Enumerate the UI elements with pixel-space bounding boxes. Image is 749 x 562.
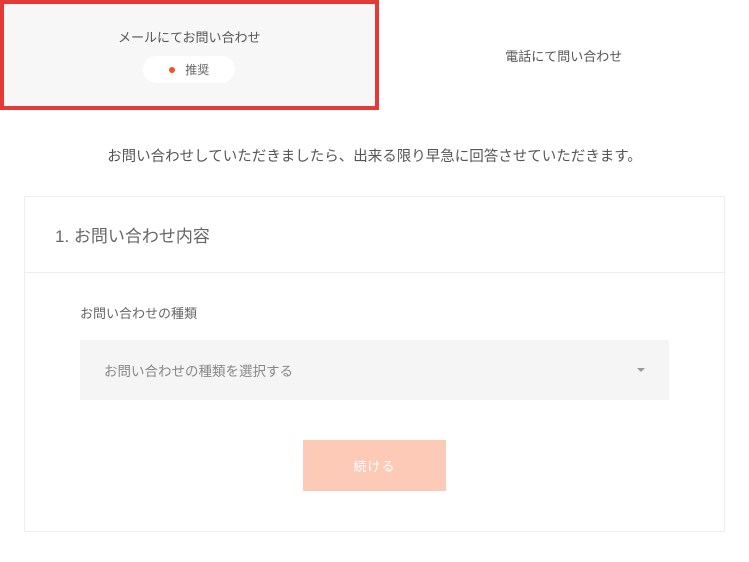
tab-phone-label: 電話にて問い合わせ (505, 46, 622, 65)
chevron-down-icon (637, 368, 645, 372)
tab-phone-inquiry[interactable]: 電話にて問い合わせ (379, 0, 749, 110)
tab-email-label: メールにてお問い合わせ (118, 27, 261, 46)
continue-button[interactable]: 続ける (303, 440, 445, 491)
badge-dot-icon (169, 67, 175, 73)
dropdown-placeholder: お問い合わせの種類を選択する (104, 360, 293, 380)
inquiry-form-section: 1. お問い合わせ内容 お問い合わせの種類 お問い合わせの種類を選択する 続ける (24, 196, 725, 532)
inquiry-type-label: お問い合わせの種類 (80, 303, 669, 322)
section-title: 1. お問い合わせ内容 (25, 197, 724, 273)
button-container: 続ける (80, 440, 669, 491)
contact-method-tabs: メールにてお問い合わせ 推奨 電話にて問い合わせ (0, 0, 749, 110)
recommended-badge: 推奨 (143, 56, 235, 83)
page-description: お問い合わせしていただきましたら、出来る限り早急に回答させていただきます。 (0, 110, 749, 196)
tab-email-inquiry[interactable]: メールにてお問い合わせ 推奨 (0, 0, 379, 110)
form-body: お問い合わせの種類 お問い合わせの種類を選択する 続ける (25, 273, 724, 531)
inquiry-type-dropdown[interactable]: お問い合わせの種類を選択する (80, 340, 669, 400)
badge-text: 推奨 (185, 61, 209, 78)
